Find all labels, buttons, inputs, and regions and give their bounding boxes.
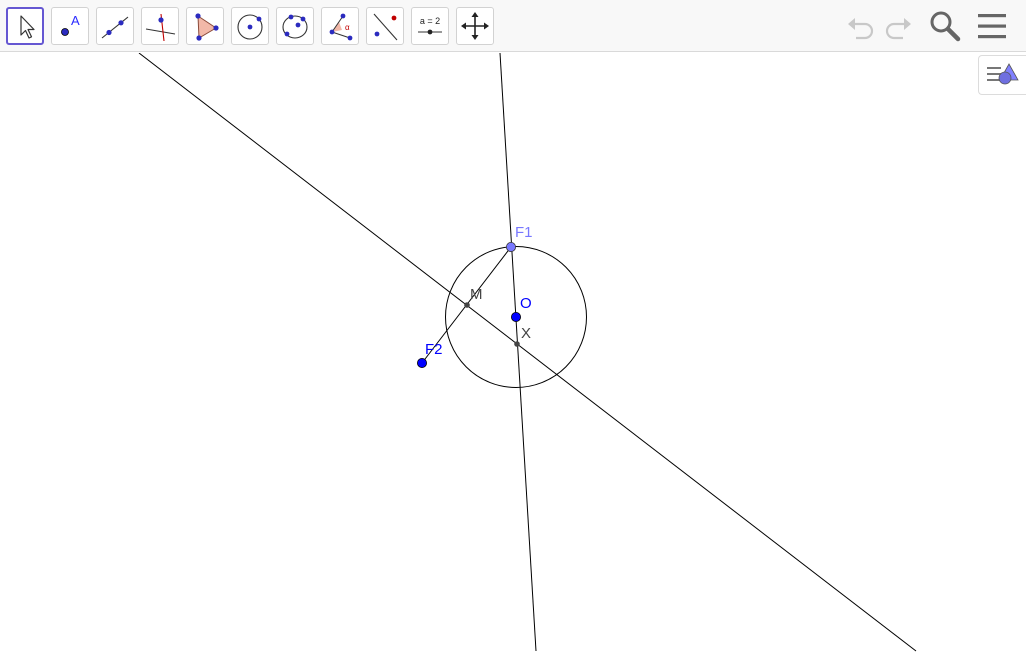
perpendicular-bisector-line[interactable] <box>138 53 917 652</box>
point-f2[interactable] <box>416 357 427 368</box>
label-f1: F1 <box>515 224 533 241</box>
circle-center-point-icon <box>237 14 263 40</box>
undo-button[interactable] <box>843 8 879 44</box>
search-icon <box>930 11 961 42</box>
toolbar: A α a = 2 <box>0 0 1026 52</box>
point-icon: A <box>61 13 80 36</box>
slider-icon-text: a = 2 <box>420 16 440 26</box>
angle-icon-symbol: α <box>345 23 350 32</box>
circle-tool-button[interactable] <box>231 7 269 45</box>
slider-icon: a = 2 <box>418 16 442 35</box>
perpendicular-tool-button[interactable] <box>141 7 179 45</box>
perpendicular-line-icon <box>145 13 176 42</box>
menu-button[interactable] <box>974 8 1010 44</box>
label-x: X <box>521 325 531 342</box>
polygon-icon <box>195 13 219 41</box>
point-o[interactable] <box>510 311 521 322</box>
conic-tool-button[interactable] <box>276 7 314 45</box>
redo-button[interactable] <box>880 8 916 44</box>
label-f2: F2 <box>425 341 443 358</box>
search-button[interactable] <box>927 8 963 44</box>
point-m[interactable] <box>464 302 470 308</box>
line-f1-o[interactable] <box>499 53 537 652</box>
point-tool-button[interactable]: A <box>51 7 89 45</box>
move-arrow-icon <box>20 15 35 39</box>
polygon-tool-button[interactable] <box>186 7 224 45</box>
point-f1[interactable] <box>505 241 516 252</box>
label-m: M <box>470 286 483 303</box>
reflect-tool-button[interactable] <box>366 7 404 45</box>
menu-icon <box>978 14 1006 39</box>
angle-icon: α <box>329 13 353 41</box>
reflect-point-icon <box>373 13 398 41</box>
line-icon <box>101 16 129 39</box>
undo-icon <box>848 18 874 40</box>
point-icon-letter: A <box>71 13 80 28</box>
line-tool-button[interactable] <box>96 7 134 45</box>
slider-tool-button[interactable]: a = 2 <box>411 7 449 45</box>
graphics-view[interactable]: F1 O M X F2 <box>0 53 1026 653</box>
style-bar-icon <box>987 63 1019 85</box>
conic-five-points-icon <box>282 14 308 39</box>
label-o: O <box>520 295 532 312</box>
redo-icon <box>885 18 911 40</box>
point-x[interactable] <box>514 341 520 347</box>
move-view-tool-button[interactable] <box>456 7 494 45</box>
move-tool-button[interactable] <box>6 7 44 45</box>
style-bar-toggle-button[interactable] <box>978 55 1026 95</box>
move-view-icon <box>461 12 489 40</box>
angle-tool-button[interactable]: α <box>321 7 359 45</box>
